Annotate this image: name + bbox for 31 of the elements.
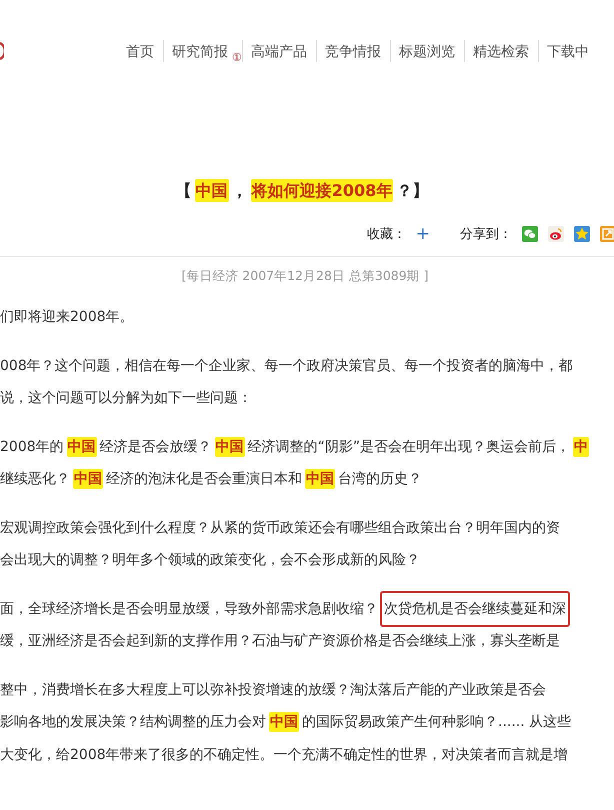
nav-link[interactable]: 首页 [118, 40, 163, 64]
nav-link[interactable]: 高端产品 [242, 40, 316, 64]
body-text: 继续恶化？ 中国 经济的泡沫化是否会重演日本和 中国 台湾的历史？ [0, 468, 422, 492]
favorite-label: 收藏： [366, 226, 406, 243]
add-favorite-button[interactable]: + [416, 226, 430, 242]
nav-link[interactable]: 研究简报 [164, 40, 232, 64]
body-text: 缓，亚洲经济是否会起到新的支撑作用？石油与矿产资源价格是否会继续上涨，寡头垄断是 [0, 632, 560, 652]
circled-number: ① [232, 52, 242, 64]
wechat-icon[interactable] [522, 226, 538, 242]
article-source: [每日经济 2007年12月28日 总第3089期 ] [180, 268, 430, 285]
body-text: 大变化，给2008年带来了很多的不确定性。一个充满不确定性的世界，对决策者而言就是增 [0, 746, 568, 765]
nav-link[interactable]: 竞争情报 [316, 40, 390, 64]
nav-link[interactable]: 精选检索 [464, 40, 538, 64]
body-text: 们即将迎来2008年。 [0, 308, 134, 328]
nav-link[interactable]: 标题浏览 [390, 40, 464, 64]
body-text: 面，全球经济增长是否会明显放缓，导致外部需求急剧收缩？ [0, 600, 378, 619]
boxed-text: 次贷危机是否会继续蔓延和深 [380, 590, 570, 627]
body-text: 说，这个问题可以分解为如下一些问题： [0, 389, 252, 408]
star-icon[interactable] [574, 226, 590, 242]
body-text: 008年？这个问题，相信在每一个企业家、每一个政府决策官员、每一个投资者的脑海中，都 [0, 356, 573, 376]
article-title: 【 中国 ， 将如何迎接2008年 ？】 [174, 178, 430, 204]
nav-link[interactable]: 下载中 [538, 40, 598, 64]
share-label: 分享到： [460, 226, 512, 243]
weibo-icon[interactable] [548, 226, 564, 242]
logo-edge-icon [0, 42, 4, 60]
share-arrow-icon[interactable] [600, 226, 614, 242]
body-text: 影响各地的发展决策？结构调整的压力会对 中国 的国际贸易政策产生何种影响？...... 从这些 [0, 711, 572, 734]
body-text: 宏观调控政策会强化到什么程度？从紧的货币政策还会有哪些组合政策出台？明年国内的资 [0, 518, 560, 538]
body-text: 2008年的 中国 经济是否会放缓？ 中国 经济调整的“阴影”是否会在明年出现？奥运会前后， 中 [0, 436, 590, 459]
body-text: 整中，消费增长在多大程度上可以弥补投资增速的放缓？淘汰落后产能的产业政策是否会 [0, 680, 546, 700]
body-text: 会出现大的调整？明年多个领域的政策变化，会不会形成新的风险？ [0, 551, 420, 570]
